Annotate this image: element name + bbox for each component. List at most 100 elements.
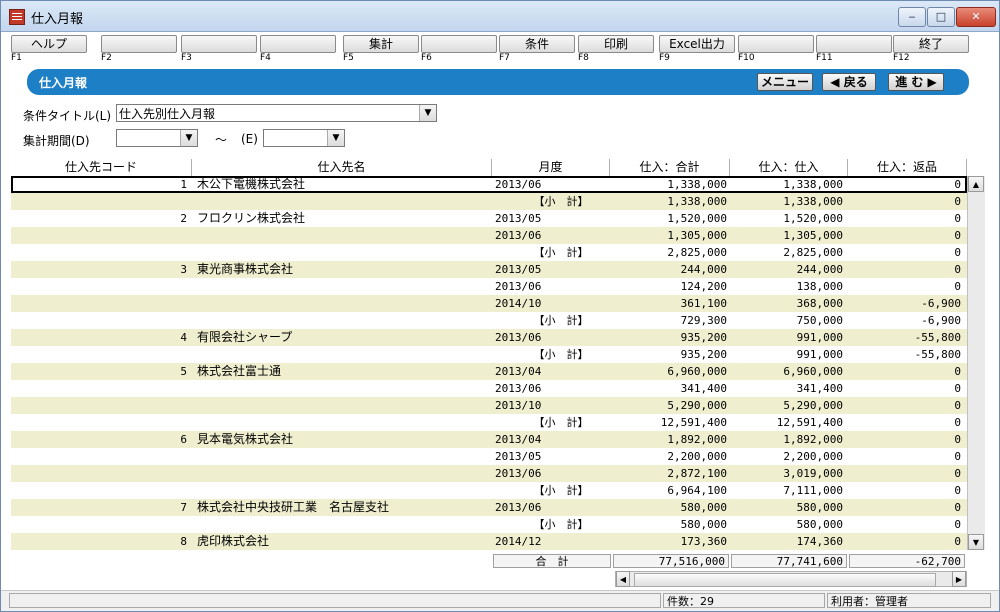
fkey-f10: F10 [738, 35, 814, 63]
table-row[interactable]: 6 見本電気株式会社 2013/04 1,892,000 1,892,000 0 [11, 431, 967, 448]
totals-label: 合 計 [493, 554, 611, 568]
cell-name: 木公下電機株式会社 [197, 177, 306, 191]
table-row[interactable]: 2013/06 2,872,100 3,019,000 0 [11, 465, 967, 482]
table-row[interactable]: 5 株式会社富士通 2013/04 6,960,000 6,960,000 0 [11, 363, 967, 380]
table-row[interactable]: 8 虎印株式会社 2014/12 173,360 174,360 0 [11, 533, 967, 550]
back-button[interactable]: ◀ 戻る [822, 73, 876, 91]
table-row[interactable]: 2014/10 361,100 368,000 -6,900 [11, 295, 967, 312]
cell-return: -55,800 [914, 331, 961, 344]
scroll-down-icon[interactable]: ▼ [968, 534, 984, 550]
cell-month: 【小 計】 [495, 195, 589, 208]
cell-name: 東光商事株式会社 [197, 262, 294, 276]
col-header-month[interactable]: 月度 [492, 159, 610, 176]
cell-code: 4 [180, 331, 187, 344]
col-header-return[interactable]: 仕入：返品 [848, 159, 967, 176]
cell-return: 0 [954, 535, 961, 548]
cell-code [11, 414, 187, 431]
col-header-code[interactable]: 仕入先コード [11, 159, 192, 176]
fkey-label: F7 [499, 53, 510, 63]
table-row[interactable]: 【小 計】 935,200 991,000 -55,800 [11, 346, 967, 363]
cell-name [197, 244, 487, 261]
table-row[interactable]: 7 株式会社中央技研工業 名古屋支社 2013/06 580,000 580,000 0 [11, 499, 967, 516]
scroll-left-icon[interactable]: ◀ [616, 571, 630, 587]
cell-total: 2,872,100 [667, 467, 727, 480]
cell-name: 見本電気株式会社 [197, 432, 294, 446]
forward-button[interactable]: 進 む ▶ [888, 73, 944, 91]
cell-month: 2013/04 [495, 365, 542, 378]
cell-name [197, 397, 487, 414]
table-row[interactable]: 【小 計】 12,591,400 12,591,400 0 [11, 414, 967, 431]
cell-name [197, 414, 487, 431]
table-row[interactable]: 2013/06 124,200 138,000 0 [11, 278, 967, 295]
table-row[interactable]: 【小 計】 729,300 750,000 -6,900 [11, 312, 967, 329]
cell-code [11, 295, 187, 312]
cell-buy: 174,360 [796, 535, 843, 548]
f3-button[interactable] [181, 35, 257, 53]
period-from-select[interactable]: ▼ [116, 129, 198, 147]
period-to-select[interactable]: ▼ [263, 129, 345, 147]
cell-total: 12,591,400 [660, 416, 727, 429]
cell-code [11, 516, 187, 533]
horizontal-scroll-thumb[interactable] [634, 573, 936, 587]
condition-title-select[interactable]: 仕入先別仕入月報 ▼ [116, 104, 437, 122]
fkey-label: F6 [421, 53, 432, 63]
col-header-buy[interactable]: 仕入：仕入 [730, 159, 848, 176]
cell-buy: 244,000 [796, 263, 843, 276]
chevron-down-icon[interactable]: ▼ [180, 130, 197, 146]
table-row[interactable]: 4 有限会社シャープ 2013/06 935,200 991,000 -55,800 [11, 329, 967, 346]
excel-export-button[interactable]: Excel出力 [659, 35, 735, 53]
scroll-right-icon[interactable]: ▶ [952, 571, 966, 587]
cell-month: 2013/05 [495, 263, 542, 276]
f4-button[interactable] [260, 35, 336, 53]
menu-button[interactable]: メニュー [757, 73, 813, 91]
chevron-down-icon[interactable]: ▼ [419, 105, 436, 121]
col-header-total[interactable]: 仕入：合計 [610, 159, 730, 176]
f11-button[interactable] [816, 35, 892, 53]
horizontal-scrollbar[interactable]: ◀ ▶ [615, 571, 967, 587]
fkey-f12: 終了 F12 [893, 35, 969, 63]
cell-total: 244,000 [680, 263, 727, 276]
table-row[interactable]: 2013/06 1,305,000 1,305,000 0 [11, 227, 967, 244]
table-row[interactable]: 2 フロクリン株式会社 2013/05 1,520,000 1,520,000 0 [11, 210, 967, 227]
cell-return: 0 [954, 212, 961, 225]
table-row[interactable]: 【小 計】 580,000 580,000 0 [11, 516, 967, 533]
cell-total: 5,290,000 [667, 399, 727, 412]
f6-button[interactable] [421, 35, 497, 53]
f2-button[interactable] [101, 35, 177, 53]
cell-name [197, 227, 487, 244]
scroll-up-icon[interactable]: ▲ [968, 176, 984, 192]
cell-code [11, 312, 187, 329]
col-header-name[interactable]: 仕入先名 [192, 159, 492, 176]
close-button[interactable]: ✕ [956, 7, 996, 27]
cell-return: -55,800 [914, 348, 961, 361]
chevron-down-icon[interactable]: ▼ [327, 130, 344, 146]
maximize-button[interactable]: □ [927, 7, 955, 27]
cell-name [197, 380, 487, 397]
vertical-scrollbar[interactable]: ▲ ▼ [967, 176, 985, 550]
table-row[interactable]: 2013/05 2,200,000 2,200,000 0 [11, 448, 967, 465]
cell-name: フロクリン株式会社 [197, 211, 306, 225]
main-window: 仕入月報 ‒ □ ✕ ヘルプ F1 F2 F3 F4 集計 F5 F6 条件 F7 印… [0, 0, 1000, 612]
cell-name [197, 448, 487, 465]
print-button[interactable]: 印刷 [578, 35, 654, 53]
cell-code [11, 465, 187, 482]
table-row[interactable]: 2013/06 341,400 341,400 0 [11, 380, 967, 397]
exit-button[interactable]: 終了 [893, 35, 969, 53]
cell-code [11, 193, 187, 210]
table-row[interactable]: 1 木公下電機株式会社 2013/06 1,338,000 1,338,000 0 [11, 176, 967, 193]
table-row[interactable]: 【小 計】 6,964,100 7,111,000 0 [11, 482, 967, 499]
table-row[interactable]: 2013/10 5,290,000 5,290,000 0 [11, 397, 967, 414]
table-row[interactable]: 3 東光商事株式会社 2013/05 244,000 244,000 0 [11, 261, 967, 278]
fkey-f3: F3 [181, 35, 257, 63]
cell-name: 株式会社中央技研工業 名古屋支社 [197, 500, 390, 514]
cell-name: 虎印株式会社 [197, 534, 270, 548]
condition-title-value: 仕入先別仕入月報 [119, 107, 216, 121]
cell-code [11, 244, 187, 261]
minimize-button[interactable]: ‒ [898, 7, 926, 27]
aggregate-button[interactable]: 集計 [343, 35, 419, 53]
f10-button[interactable] [738, 35, 814, 53]
table-row[interactable]: 【小 計】 2,825,000 2,825,000 0 [11, 244, 967, 261]
conditions-button[interactable]: 条件 [499, 35, 575, 53]
help-button[interactable]: ヘルプ [11, 35, 87, 53]
table-row[interactable]: 【小 計】 1,338,000 1,338,000 0 [11, 193, 967, 210]
